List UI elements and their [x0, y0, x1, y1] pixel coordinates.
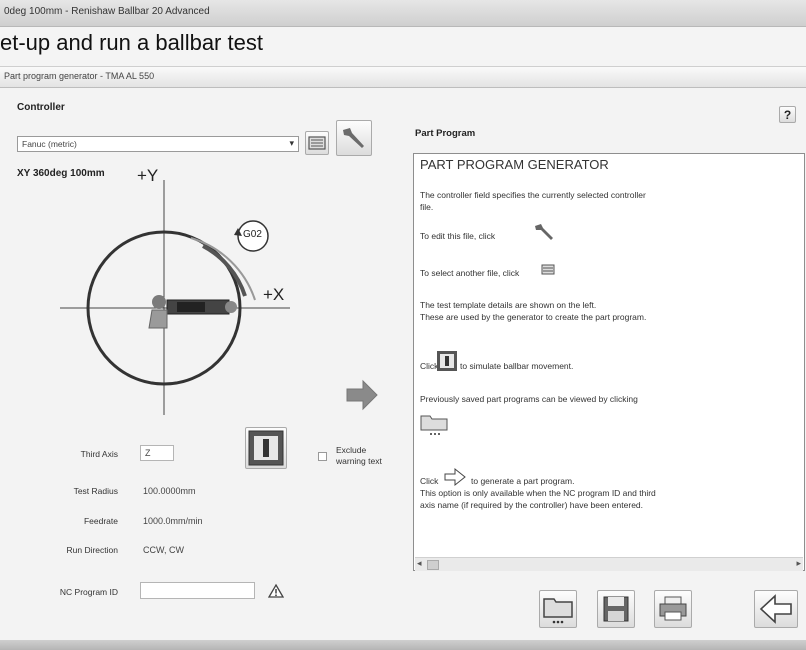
- file-browse-icon: [308, 136, 326, 150]
- folder-open-icon: [420, 415, 448, 435]
- scrollbar-thumb[interactable]: [427, 560, 439, 570]
- controller-selected-value: Fanuc (metric): [22, 139, 77, 149]
- save-button[interactable]: [597, 590, 635, 628]
- pp-line-9b: to generate a part program.: [471, 476, 575, 486]
- scroll-right-icon[interactable]: ▸: [796, 558, 801, 569]
- sub-title-bar: Part program generator - TMA AL 550: [0, 66, 806, 88]
- pp-line-6: These are used by the generator to creat…: [420, 312, 647, 322]
- exclude-warning-label-line2: warning text: [336, 456, 382, 466]
- part-program-hscrollbar[interactable]: ◂ ▸: [415, 557, 803, 571]
- select-file-button[interactable]: [305, 131, 329, 155]
- pp-line-4: To select another file, click: [420, 268, 520, 278]
- window-title: 0deg 100mm - Renishaw Ballbar 20 Advance…: [4, 6, 210, 17]
- pp-line-7b: to simulate ballbar movement.: [460, 361, 574, 371]
- help-icon: ?: [783, 108, 792, 122]
- exclude-warning-label-line1: Exclude: [336, 445, 367, 455]
- x-axis-label: +X: [263, 285, 285, 304]
- third-axis-input[interactable]: Z: [140, 445, 174, 461]
- test-diagram: [60, 180, 290, 415]
- warning-triangle-icon: [268, 583, 284, 598]
- pp-line-2: file.: [420, 202, 434, 212]
- bottom-status-bar: [0, 640, 806, 650]
- test-radius-value: 100.0000mm: [143, 486, 196, 496]
- pp-line-8: Previously saved part programs can be vi…: [420, 394, 638, 404]
- pp-line-3: To edit this file, click: [420, 231, 496, 241]
- generate-button[interactable]: [343, 378, 381, 412]
- run-direction-value: CCW, CW: [143, 545, 184, 555]
- right-arrow-icon: [346, 379, 378, 411]
- controller-label: Controller: [17, 102, 65, 113]
- scroll-left-icon[interactable]: ◂: [417, 558, 422, 569]
- third-axis-label: Third Axis: [80, 449, 118, 459]
- part-program-panel[interactable]: PART PROGRAM GENERATOR The controller fi…: [413, 153, 805, 571]
- pp-line-1: The controller field specifies the curre…: [420, 190, 646, 200]
- feedrate-value: 1000.0mm/min: [143, 516, 203, 526]
- simulate-icon: [437, 351, 457, 371]
- back-button[interactable]: [754, 590, 798, 628]
- help-button[interactable]: ?: [779, 106, 796, 123]
- simulate-button[interactable]: [245, 427, 287, 469]
- third-axis-value: Z: [145, 448, 151, 458]
- run-direction-label: Run Direction: [66, 545, 119, 555]
- test-radius-label: Test Radius: [73, 486, 118, 496]
- floppy-disk-icon: [603, 596, 629, 622]
- nc-program-id-input[interactable]: [140, 582, 255, 599]
- chevron-down-icon: ▾: [289, 138, 294, 148]
- exclude-warning-checkbox[interactable]: [318, 452, 327, 461]
- nc-program-id-label: NC Program ID: [59, 587, 118, 597]
- wrench-icon: [535, 224, 553, 240]
- controller-select[interactable]: Fanuc (metric) ▾: [17, 136, 299, 152]
- printer-icon: [659, 596, 687, 621]
- pp-line-10: This option is only available when the N…: [420, 488, 656, 498]
- pp-line-9a: Click: [420, 476, 439, 486]
- file-browse-icon: [541, 264, 555, 275]
- pp-line-5: The test template details are shown on t…: [420, 300, 597, 310]
- print-button[interactable]: [654, 590, 692, 628]
- window-titlebar: 0deg 100mm - Renishaw Ballbar 20 Advance…: [0, 0, 806, 27]
- folder-open-icon: [543, 598, 573, 624]
- wrench-icon: [343, 128, 364, 148]
- back-arrow-icon: [759, 594, 792, 624]
- simulate-icon: [248, 430, 284, 466]
- pp-line-11: axis name (if required by the controller…: [420, 500, 644, 510]
- page-title: et-up and run a ballbar test: [0, 30, 263, 55]
- feedrate-label: Feedrate: [83, 516, 118, 526]
- part-program-label: Part Program: [415, 128, 476, 139]
- edit-controller-button[interactable]: [336, 120, 372, 156]
- g-code-label: G02: [243, 229, 262, 240]
- open-file-button[interactable]: [539, 590, 577, 628]
- y-axis-label: +Y: [137, 166, 159, 185]
- part-program-title: PART PROGRAM GENERATOR: [420, 157, 609, 172]
- sub-title: Part program generator - TMA AL 550: [4, 71, 155, 81]
- right-arrow-icon: [444, 467, 466, 487]
